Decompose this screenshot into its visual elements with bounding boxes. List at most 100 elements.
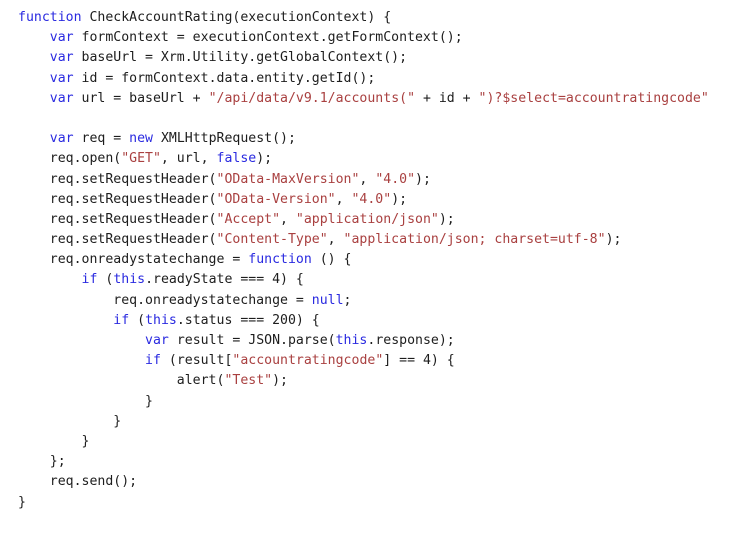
code-line[interactable]: var req = new XMLHttpRequest();: [18, 129, 729, 149]
code-token: );: [438, 211, 455, 227]
code-token: if: [113, 312, 130, 328]
code-token: function: [18, 10, 82, 25]
code-token: formContext = executionContext.getFormCo…: [73, 30, 463, 46]
code-token: ,: [359, 171, 376, 187]
code-token: );: [605, 232, 622, 248]
code-token: "OData-MaxVersion": [216, 171, 360, 187]
code-token: var: [49, 70, 74, 86]
code-token: }: [18, 393, 153, 409]
code-token: );: [256, 151, 273, 167]
code-line[interactable]: alert("Test");: [18, 371, 729, 391]
code-token: "application/json": [295, 211, 439, 227]
code-line[interactable]: req.open("GET", url, false);: [18, 149, 729, 169]
code-line[interactable]: req.onreadystatechange = null;: [18, 291, 729, 311]
code-token: + id +: [415, 90, 479, 106]
code-token: );: [415, 171, 431, 187]
code-token: "application/json; charset=utf-8": [343, 232, 606, 248]
code-token: .status === 200) {: [176, 312, 320, 328]
code-token: CheckAccountRating(executionContext) {: [81, 10, 392, 25]
code-token: null: [311, 292, 344, 308]
code-token: if: [81, 272, 98, 288]
code-block[interactable]: function CheckAccountRating(executionCon…: [18, 8, 729, 513]
code-token: "Accept": [216, 211, 281, 227]
code-line[interactable]: }: [18, 432, 729, 452]
code-token: "accountratingcode": [232, 353, 384, 369]
code-token: (result[: [160, 353, 233, 369]
code-token: false: [216, 151, 257, 167]
code-token: url = baseUrl +: [73, 90, 209, 106]
code-token: result = JSON.parse(: [168, 333, 336, 348]
code-token: req.send();: [18, 474, 138, 490]
code-line[interactable]: }: [18, 493, 729, 513]
code-line[interactable]: var id = formContext.data.entity.getId()…: [18, 69, 729, 89]
code-token: ] == 4) {: [383, 353, 455, 369]
code-line[interactable]: var baseUrl = Xrm.Utility.getGlobalConte…: [18, 48, 729, 68]
code-token: var: [145, 333, 169, 348]
code-token: if: [145, 353, 161, 369]
code-token: "OData-Version": [216, 191, 336, 207]
code-token: var: [49, 30, 74, 46]
code-token: ")?$select=accountratingcode": [478, 90, 709, 106]
code-token: XMLHttpRequest();: [153, 131, 296, 147]
code-token: }: [18, 494, 26, 510]
code-token: "Content-Type": [216, 232, 328, 248]
code-token: req.setRequestHeader(: [18, 191, 217, 207]
code-token: (: [129, 312, 146, 328]
code-line[interactable]: if (this.readyState === 4) {: [18, 270, 729, 290]
code-line[interactable]: req.setRequestHeader("Accept", "applicat…: [18, 210, 729, 230]
code-token: "4.0": [351, 191, 392, 207]
code-line[interactable]: var result = JSON.parse(this.response);: [18, 331, 729, 351]
code-token: () {: [311, 252, 352, 268]
code-token: baseUrl = Xrm.Utility.getGlobalContext()…: [73, 50, 408, 66]
code-token: "4.0": [375, 171, 416, 187]
code-token: }: [18, 433, 90, 449]
code-line[interactable]: };: [18, 452, 729, 472]
code-line[interactable]: req.send();: [18, 472, 729, 492]
code-token: req.setRequestHeader(: [18, 211, 217, 227]
code-line[interactable]: }: [18, 392, 729, 412]
code-token: this: [335, 333, 368, 348]
code-token: alert(: [18, 373, 225, 389]
code-line[interactable]: var url = baseUrl + "/api/data/v9.1/acco…: [18, 89, 729, 109]
code-token: "/api/data/v9.1/accounts(": [208, 90, 416, 106]
code-line[interactable]: req.setRequestHeader("Content-Type", "ap…: [18, 230, 729, 250]
code-token: var: [49, 131, 74, 147]
code-token: ;: [343, 292, 352, 308]
code-line[interactable]: [18, 109, 729, 129]
code-token: new: [129, 131, 153, 147]
code-line[interactable]: function CheckAccountRating(executionCon…: [18, 8, 729, 28]
code-token: .readyState === 4) {: [145, 272, 304, 288]
code-editor-surface[interactable]: function CheckAccountRating(executionCon…: [0, 0, 729, 543]
code-token: req.onreadystatechange =: [18, 252, 249, 268]
code-token: function: [248, 252, 312, 268]
code-line[interactable]: req.setRequestHeader("OData-Version", "4…: [18, 190, 729, 210]
code-token: req.setRequestHeader(: [18, 232, 217, 248]
code-token: "Test": [224, 373, 273, 389]
code-token: );: [272, 373, 288, 389]
code-token: req.setRequestHeader(: [18, 171, 217, 187]
code-token: (: [97, 272, 114, 288]
code-token: var: [49, 50, 74, 66]
code-line[interactable]: }: [18, 412, 729, 432]
code-line[interactable]: if (this.status === 200) {: [18, 311, 729, 331]
code-token: };: [18, 454, 66, 470]
code-line[interactable]: req.setRequestHeader("OData-MaxVersion",…: [18, 170, 729, 190]
code-token: this: [113, 272, 146, 288]
code-token: }: [18, 413, 122, 429]
code-token: ,: [335, 191, 352, 207]
code-token: );: [391, 191, 408, 207]
code-token: "GET": [121, 151, 161, 167]
code-line[interactable]: if (result["accountratingcode"] == 4) {: [18, 351, 729, 371]
code-line[interactable]: req.onreadystatechange = function () {: [18, 250, 729, 270]
code-token: req =: [73, 131, 130, 147]
code-line[interactable]: var formContext = executionContext.getFo…: [18, 28, 729, 48]
